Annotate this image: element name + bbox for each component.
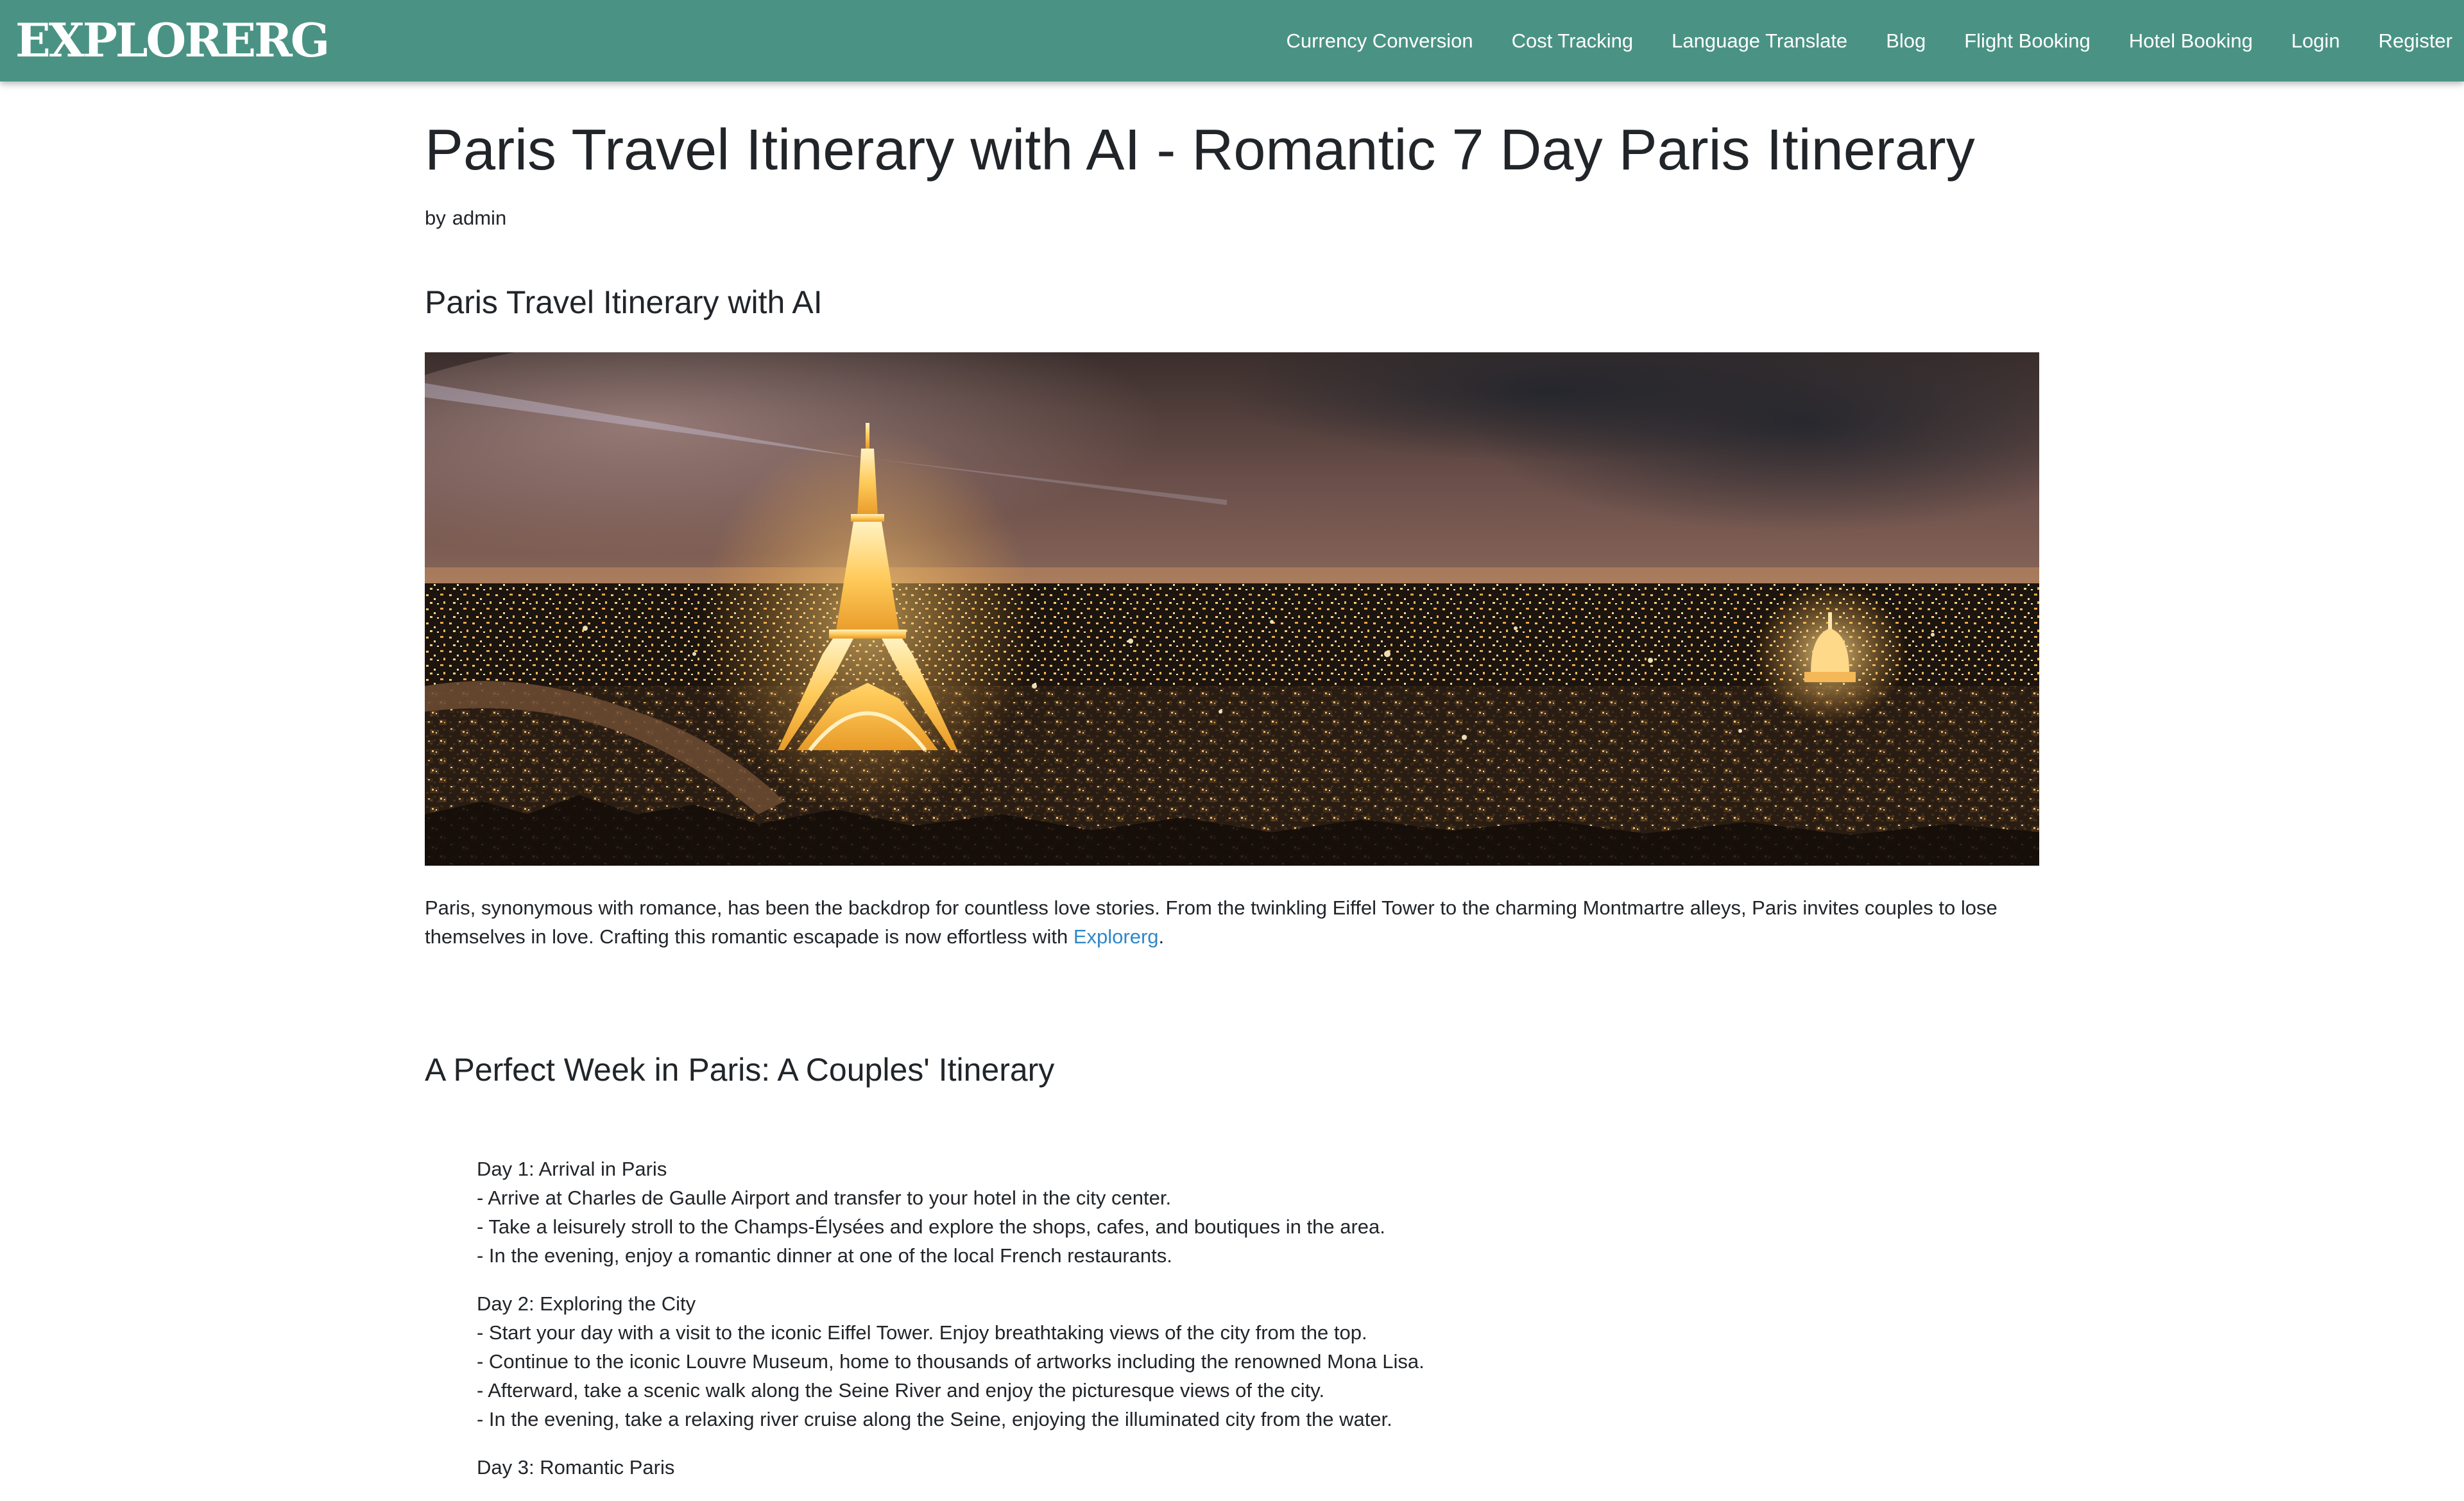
- nav-item-register: Register: [2379, 30, 2452, 53]
- nav-menu: Currency Conversion Cost Tracking Langua…: [1247, 0, 2452, 81]
- post-author: admin: [452, 207, 507, 229]
- nav-item-login: Login: [2291, 30, 2340, 53]
- day-item: - Take a leisurely stroll to the Champs-…: [477, 1215, 1385, 1238]
- top-navbar: EXPLORERG Currency Conversion Cost Track…: [0, 0, 2464, 81]
- nav-item-currency-conversion: Currency Conversion: [1286, 30, 1473, 53]
- day-item: - Afterward, take a scenic walk along th…: [477, 1379, 1325, 1402]
- nav-link-hotel-booking[interactable]: Hotel Booking: [2129, 30, 2253, 52]
- nav-item-cost-tracking: Cost Tracking: [1512, 30, 1634, 53]
- day-item: - Arrive at Charles de Gaulle Airport an…: [477, 1187, 1172, 1209]
- nav-link-flight-booking[interactable]: Flight Booking: [1964, 30, 2090, 52]
- intro-end: .: [1158, 925, 1165, 948]
- day-item: - Continue to the iconic Louvre Museum, …: [477, 1350, 1425, 1373]
- nav-item-language-translate: Language Translate: [1672, 30, 1847, 53]
- paris-night-skyline-image: [425, 352, 2039, 866]
- day-title: Day 1: Arrival in Paris: [477, 1158, 667, 1180]
- intro-text: Paris, synonymous with romance, has been…: [425, 896, 1998, 948]
- day-item: - Start your day with a visit to the ico…: [477, 1321, 1367, 1344]
- itinerary-days: Day 1: Arrival in Paris - Arrive at Char…: [477, 1154, 2017, 1501]
- post-title: Paris Travel Itinerary with AI - Romanti…: [425, 118, 1975, 182]
- nav-item-hotel-booking: Hotel Booking: [2129, 30, 2253, 53]
- nav-link-language-translate[interactable]: Language Translate: [1672, 30, 1847, 52]
- section-heading: Paris Travel Itinerary with AI: [425, 284, 823, 320]
- explorerg-link[interactable]: Explorerg: [1074, 925, 1159, 948]
- intro-paragraph: Paris, synonymous with romance, has been…: [425, 893, 2039, 951]
- brand-logo[interactable]: EXPLORERG: [15, 12, 330, 69]
- day-item: - In the evening, take a relaxing river …: [477, 1408, 1392, 1430]
- post-byline: by admin: [425, 205, 506, 231]
- nav-item-flight-booking: Flight Booking: [1964, 30, 2090, 53]
- nav-link-register[interactable]: Register: [2379, 30, 2452, 52]
- nav-item-blog: Blog: [1886, 30, 1926, 53]
- day-item: - In the evening, enjoy a romantic dinne…: [477, 1244, 1172, 1267]
- nav-link-blog[interactable]: Blog: [1886, 30, 1926, 52]
- day-block: Day 3: Romantic Paris: [477, 1453, 2017, 1482]
- byline-prefix: by: [425, 207, 446, 229]
- nav-link-cost-tracking[interactable]: Cost Tracking: [1512, 30, 1634, 52]
- nav-link-currency-conversion[interactable]: Currency Conversion: [1286, 30, 1473, 52]
- itinerary-heading: A Perfect Week in Paris: A Couples' Itin…: [425, 1052, 1055, 1088]
- nav-link-login[interactable]: Login: [2291, 30, 2340, 52]
- day-title: Day 2: Exploring the City: [477, 1292, 696, 1315]
- day-block: Day 2: Exploring the City - Start your d…: [477, 1289, 2017, 1434]
- day-block: Day 1: Arrival in Paris - Arrive at Char…: [477, 1154, 2017, 1270]
- day-title: Day 3: Romantic Paris: [477, 1456, 675, 1479]
